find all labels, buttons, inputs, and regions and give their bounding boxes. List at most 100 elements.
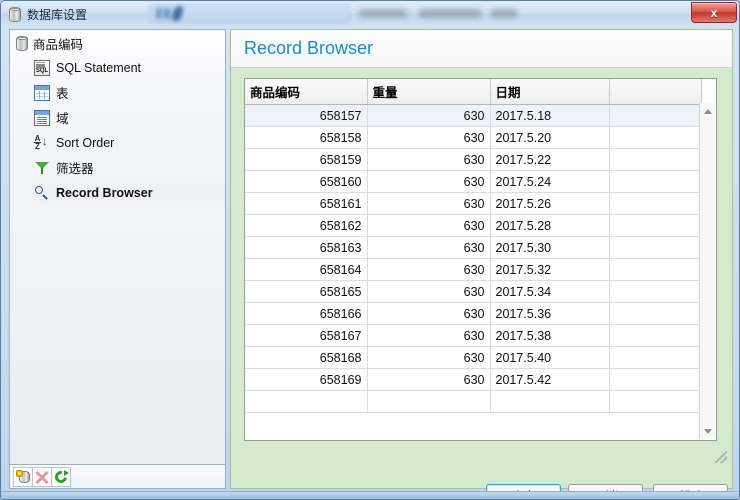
refresh-button[interactable]: [51, 466, 71, 487]
add-database-button[interactable]: [13, 466, 33, 487]
cell-weight[interactable]: 630: [367, 214, 491, 237]
cell-date[interactable]: 2017.5.26: [490, 192, 610, 215]
cell-product-code[interactable]: 658161: [245, 192, 368, 215]
close-button[interactable]: x: [691, 2, 737, 23]
cell-blank[interactable]: [609, 346, 702, 369]
table-row[interactable]: 658164 630 2017.5.32: [245, 258, 702, 281]
cell-date[interactable]: 2017.5.28: [490, 214, 610, 237]
cell-product-code[interactable]: 658160: [245, 170, 368, 193]
table-row[interactable]: 658159 630 2017.5.22: [245, 148, 702, 171]
cell-weight[interactable]: 630: [367, 368, 491, 391]
cell-date[interactable]: 2017.5.38: [490, 324, 610, 347]
chevron-down-icon[interactable]: [700, 423, 716, 439]
window-bottom-frame: [1, 491, 739, 499]
cell-weight[interactable]: 630: [367, 236, 491, 259]
cell-product-code[interactable]: 658162: [245, 214, 368, 237]
cell-weight[interactable]: 630: [367, 280, 491, 303]
cell-weight[interactable]: 630: [367, 346, 491, 369]
cell-blank[interactable]: [609, 192, 702, 215]
cell-weight[interactable]: [367, 390, 491, 413]
redacted-icon-1: [156, 8, 170, 19]
cell-blank[interactable]: [609, 170, 702, 193]
table-row[interactable]: 658158 630 2017.5.20: [245, 126, 702, 149]
cell-date[interactable]: 2017.5.24: [490, 170, 610, 193]
table-row[interactable]: 658162 630 2017.5.28: [245, 214, 702, 237]
table-row[interactable]: 658167 630 2017.5.38: [245, 324, 702, 347]
cell-weight[interactable]: 630: [367, 324, 491, 347]
cell-date[interactable]: 2017.5.22: [490, 148, 610, 171]
table-row[interactable]: 658168 630 2017.5.40: [245, 346, 702, 369]
cell-date[interactable]: 2017.5.20: [490, 126, 610, 149]
cell-blank[interactable]: [609, 148, 702, 171]
cell-product-code[interactable]: 658167: [245, 324, 368, 347]
cell-blank[interactable]: [609, 302, 702, 325]
tree-root-label: 商品编码: [33, 38, 84, 52]
resize-grip[interactable]: [715, 451, 727, 463]
cell-blank[interactable]: [609, 324, 702, 347]
sidebar-item-fields[interactable]: 域: [32, 105, 225, 130]
tree-root-node[interactable]: 商品编码: [10, 30, 225, 55]
sidebar-item-sql-statement[interactable]: SQL SQL Statement: [32, 55, 225, 80]
content-panel: Record Browser 商品编码 重量 日期 658157 630 201…: [230, 29, 733, 489]
cell-product-code[interactable]: 658169: [245, 368, 368, 391]
record-grid[interactable]: 商品编码 重量 日期 658157 630 2017.5.18 658158 6…: [244, 78, 717, 441]
column-header-weight[interactable]: 重量: [367, 79, 491, 105]
cell-date[interactable]: 2017.5.30: [490, 236, 610, 259]
cell-product-code[interactable]: 658159: [245, 148, 368, 171]
cell-blank[interactable]: [609, 258, 702, 281]
title-bar: 数据库设置 x: [1, 1, 739, 27]
column-header-blank[interactable]: [609, 79, 702, 105]
chevron-up-icon[interactable]: [700, 103, 716, 119]
cell-blank[interactable]: [609, 214, 702, 237]
cell-weight[interactable]: 630: [367, 126, 491, 149]
sidebar-item-record-browser[interactable]: Record Browser: [32, 180, 225, 205]
cell-weight[interactable]: 630: [367, 258, 491, 281]
table-row[interactable]: 658169 630 2017.5.42: [245, 368, 702, 391]
cell-blank[interactable]: [609, 126, 702, 149]
grid-vertical-scrollbar[interactable]: [699, 103, 715, 439]
cell-product-code[interactable]: 658157: [245, 104, 368, 127]
cell-weight[interactable]: 630: [367, 170, 491, 193]
table-header-row: 商品编码 重量 日期: [245, 79, 702, 105]
column-header-date[interactable]: 日期: [490, 79, 610, 105]
cell-product-code[interactable]: 658164: [245, 258, 368, 281]
cell-date[interactable]: 2017.5.34: [490, 280, 610, 303]
table-row[interactable]: 658163 630 2017.5.30: [245, 236, 702, 259]
redacted-text-2: [419, 9, 481, 18]
cell-date[interactable]: 2017.5.40: [490, 346, 610, 369]
sidebar-item-filter[interactable]: 筛选器: [32, 155, 225, 180]
table-row[interactable]: 658157 630 2017.5.18: [245, 104, 702, 127]
sidebar-item-sort-order[interactable]: AZ ↓ Sort Order: [32, 130, 225, 155]
table-row-empty[interactable]: [245, 390, 702, 413]
cell-product-code[interactable]: [245, 390, 368, 413]
delete-button[interactable]: [32, 466, 52, 487]
cell-product-code[interactable]: 658168: [245, 346, 368, 369]
magnifier-icon: [34, 185, 50, 201]
cell-weight[interactable]: 630: [367, 148, 491, 171]
table-row[interactable]: 658160 630 2017.5.24: [245, 170, 702, 193]
table-row[interactable]: 658161 630 2017.5.26: [245, 192, 702, 215]
table-row[interactable]: 658165 630 2017.5.34: [245, 280, 702, 303]
sidebar-item-label: 表: [56, 87, 69, 101]
cell-blank[interactable]: [609, 104, 702, 127]
column-header-product-code[interactable]: 商品编码: [245, 79, 368, 105]
sidebar-item-table[interactable]: 表: [32, 80, 225, 105]
cell-date[interactable]: 2017.5.32: [490, 258, 610, 281]
cell-date[interactable]: 2017.5.36: [490, 302, 610, 325]
cell-product-code[interactable]: 658165: [245, 280, 368, 303]
cell-weight[interactable]: 630: [367, 302, 491, 325]
cell-blank[interactable]: [609, 236, 702, 259]
cell-weight[interactable]: 630: [367, 192, 491, 215]
cell-product-code[interactable]: 658158: [245, 126, 368, 149]
sql-document-icon: SQL: [34, 59, 50, 76]
cell-product-code[interactable]: 658166: [245, 302, 368, 325]
cell-blank[interactable]: [609, 280, 702, 303]
table-row[interactable]: 658166 630 2017.5.36: [245, 302, 702, 325]
cell-weight[interactable]: 630: [367, 104, 491, 127]
cell-date[interactable]: 2017.5.18: [490, 104, 610, 127]
cell-date[interactable]: 2017.5.42: [490, 368, 610, 391]
cell-date[interactable]: [490, 390, 610, 413]
cell-product-code[interactable]: 658163: [245, 236, 368, 259]
cell-blank[interactable]: [609, 368, 702, 391]
cell-blank[interactable]: [609, 390, 702, 413]
